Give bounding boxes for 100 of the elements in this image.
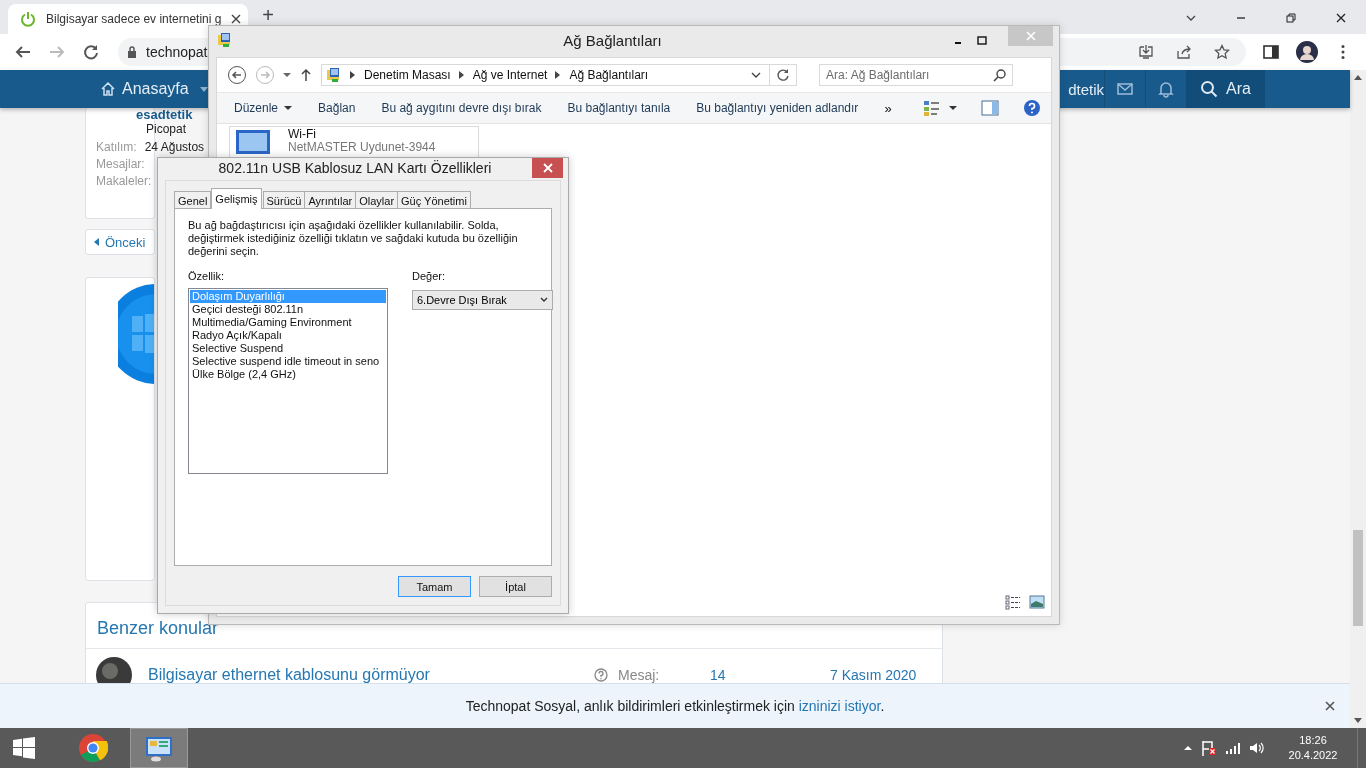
property-list[interactable]: Dolaşım Duyarlılığı Geçici desteği 802.11n Multimedia/Gaming Environment Radyo Açık/Kapalı Selective Suspend Selective suspend idle timeout in seno Ülke Bölge (2,4 GHz): [188, 288, 388, 474]
thread-link[interactable]: Bilgisayar ethernet kablosunu görmüyor: [148, 666, 594, 684]
scroll-down-icon[interactable]: [1354, 716, 1362, 724]
dialog-tab[interactable]: Güç Yönetimi: [397, 191, 471, 209]
start-icon[interactable]: [12, 736, 36, 760]
connection-name: Wi-Fi: [288, 128, 317, 141]
notification-text: Technopat Sosyal, anlık bildirimleri etkinleştirmek için izninizi istiyor.: [465, 698, 885, 714]
scrollbar[interactable]: [1350, 70, 1366, 728]
close-icon[interactable]: [1324, 700, 1336, 712]
search-field[interactable]: Ara: Ağ Bağlantıları: [819, 64, 1013, 86]
user-menu[interactable]: dtetik: [1068, 80, 1105, 98]
power-icon: [20, 11, 36, 27]
bell-icon[interactable]: [1157, 80, 1176, 98]
up-arrow-icon[interactable]: [299, 68, 313, 82]
chevron-right-icon: [555, 71, 562, 79]
chevron-down-icon[interactable]: [751, 70, 761, 80]
property-item[interactable]: Geçici desteği 802.11n: [190, 303, 386, 316]
property-item[interactable]: Ülke Bölge (2,4 GHz): [190, 368, 386, 381]
chevron-right-icon: [458, 71, 465, 79]
restore-icon[interactable]: [1285, 12, 1297, 24]
new-tab-button[interactable]: +: [258, 6, 278, 24]
caret-left-icon: [94, 238, 100, 246]
value-dropdown[interactable]: 6.Devre Dışı Bırak: [412, 290, 553, 310]
network-folder-icon: [217, 32, 233, 48]
messages-label: Mesaj:: [618, 667, 661, 683]
connection-detail: NetMASTER Uydunet-3944: [288, 141, 436, 154]
network-folder-icon: [326, 67, 342, 83]
close-icon: [1025, 31, 1036, 41]
dialog-tab[interactable]: Sürücü: [262, 191, 306, 209]
user-rank: Picopat: [146, 122, 187, 137]
clock-time[interactable]: 18:26: [1299, 733, 1327, 748]
dialog-tab[interactable]: Gelişmiş: [211, 188, 262, 209]
lock-icon: [126, 46, 138, 58]
command-button[interactable]: Düzenle: [227, 97, 300, 119]
search-button[interactable]: Ara: [1186, 70, 1265, 108]
stat-label: Katılım:: [96, 139, 137, 156]
chevron-right-icon: [350, 71, 356, 79]
description-text: Bu ağ bağdaştırıcısı için aşağıdaki özellikler kullanılabilir. Solda, değiştirmek istediğiniz özelliği tıklatın ve sağdaki kutuda bu özelliğin değerini seçin.: [188, 219, 519, 258]
dialog-tab[interactable]: Genel: [174, 191, 212, 209]
close-icon[interactable]: [1335, 12, 1347, 24]
search-icon: [1200, 80, 1219, 98]
flag-error-icon[interactable]: [1201, 740, 1217, 756]
refresh-icon[interactable]: [776, 68, 790, 82]
property-item[interactable]: Selective suspend idle timeout in seno: [190, 355, 386, 368]
maximize-icon[interactable]: [976, 34, 988, 46]
stat-label: Makaleler:: [96, 173, 152, 190]
scrollbar-thumb[interactable]: [1353, 530, 1363, 626]
stat-label: Mesajlar:: [96, 156, 145, 173]
property-item[interactable]: Selective Suspend: [190, 342, 386, 355]
scroll-up-icon[interactable]: [1354, 74, 1362, 82]
chevron-down-icon: [540, 296, 548, 304]
username[interactable]: esadtetik: [136, 108, 193, 122]
breadcrumb-item[interactable]: Ağ ve Internet: [472, 68, 548, 82]
message-count: 14: [710, 667, 727, 683]
profile-avatar[interactable]: [1296, 41, 1318, 63]
volume-icon[interactable]: [1249, 740, 1265, 756]
caret-icon[interactable]: [949, 104, 957, 112]
star-icon[interactable]: [1214, 44, 1230, 60]
breadcrumb-item[interactable]: Ağ Bağlantıları: [569, 68, 649, 82]
value-label: Değer:: [412, 270, 447, 282]
command-button[interactable]: Bu ağ aygıtını devre dışı bırak: [374, 97, 549, 119]
view-options-icon[interactable]: [923, 99, 941, 117]
chrome-icon: [78, 733, 108, 763]
home-link[interactable]: Anasayfa: [100, 80, 189, 98]
share-icon[interactable]: [1176, 44, 1192, 60]
dialog-button[interactable]: Tamam: [398, 576, 471, 597]
previous-button[interactable]: Önceki: [85, 229, 155, 255]
chevron-up-icon[interactable]: [1183, 743, 1193, 753]
side-panel-icon[interactable]: [1262, 43, 1280, 61]
thread-date: 7 Kasım 2020: [830, 667, 917, 683]
dialog-button[interactable]: İptal: [479, 576, 552, 597]
help-icon[interactable]: [1023, 99, 1041, 117]
install-icon[interactable]: [1138, 44, 1154, 60]
details-view-icon[interactable]: [1005, 594, 1021, 610]
command-button[interactable]: Bağlan: [311, 97, 363, 119]
url-text: technopat.: [146, 44, 212, 60]
taskbar-app[interactable]: [130, 728, 188, 768]
address-field[interactable]: Denetim Masası Ağ ve Internet Ağ Bağlantıları: [321, 64, 797, 86]
command-button[interactable]: Bu bağlantıyı tanıla: [560, 97, 678, 119]
command-button[interactable]: Bu bağlantıyı yeniden adlandır: [689, 97, 866, 119]
close-icon[interactable]: [231, 14, 242, 24]
property-item[interactable]: Multimedia/Gaming Environment: [190, 316, 386, 329]
mail-icon[interactable]: [1116, 80, 1135, 98]
close-icon: [542, 163, 553, 173]
question-icon: [594, 668, 608, 682]
permission-link[interactable]: izninizi istiyor: [798, 698, 881, 714]
dialog-tab[interactable]: Olaylar: [355, 191, 399, 209]
window-title: Ağ Bağlantıları: [563, 32, 662, 49]
clock-date[interactable]: 20.4.2022: [1288, 748, 1338, 763]
close-button[interactable]: [532, 158, 563, 178]
more-commands-button[interactable]: »: [877, 96, 899, 120]
search-icon: [993, 68, 1007, 82]
breadcrumb-item[interactable]: Denetim Masası: [364, 68, 451, 82]
property-label: Özellik:: [188, 270, 226, 282]
dialog-tab[interactable]: Ayrıntılar: [304, 191, 357, 209]
property-item[interactable]: Radyo Açık/Kapalı: [190, 329, 386, 342]
stat-value: 24 Ağustos: [144, 139, 205, 156]
large-icons-view-icon[interactable]: [1029, 594, 1045, 610]
reload-icon[interactable]: [82, 43, 100, 61]
signal-icon[interactable]: [1225, 740, 1241, 756]
